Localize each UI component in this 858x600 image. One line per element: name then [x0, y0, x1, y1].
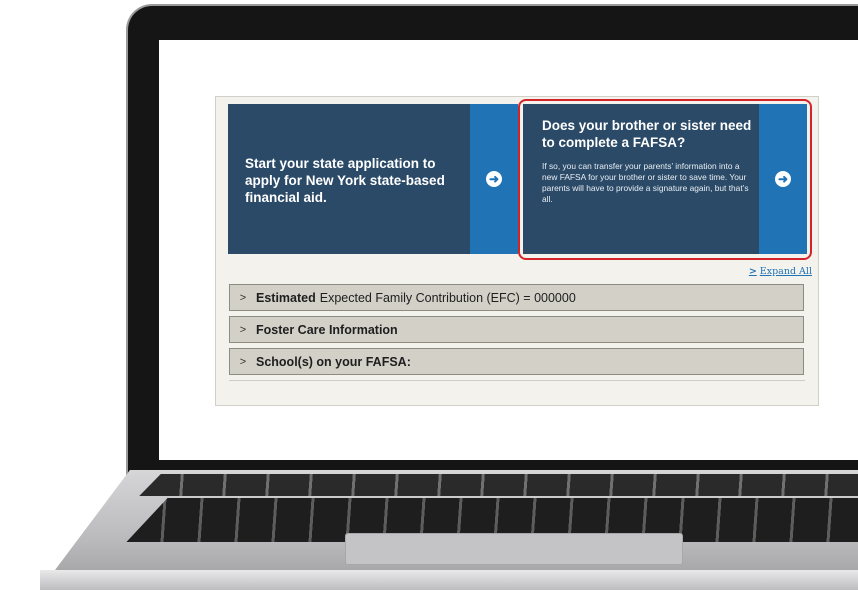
laptop-base [40, 470, 858, 590]
accordion-efc-label: Expected Family Contribution (EFC) = 000… [319, 290, 576, 305]
chevron-right-icon: > [748, 266, 757, 277]
divider [229, 380, 805, 381]
chevron-right-icon: > [239, 323, 247, 336]
instruction-line-3: en’s [0, 131, 161, 155]
arrow-right-circle-icon: ➜ [486, 171, 502, 187]
laptop-screen: Start your state application to apply fo… [159, 40, 858, 460]
highlight-box [518, 99, 812, 260]
instruction-line-5: age. [0, 178, 162, 202]
accordion-efc[interactable]: > Estimated Expected Family Contribution… [229, 284, 804, 311]
instruction-text: ns nsfer en’s age. [0, 84, 171, 202]
laptop-front-edge [40, 570, 858, 590]
state-application-arrow-button[interactable]: ➜ [470, 104, 518, 254]
keyboard-top-row [139, 474, 858, 496]
accordion-efc-bold: Estimated [256, 290, 316, 305]
accordion-schools-label: School(s) on your FAFSA: [256, 354, 411, 369]
chevron-right-icon: > [239, 291, 247, 304]
instruction-line-1: ns [0, 84, 155, 108]
instruction-line-2: nsfer [0, 108, 171, 132]
chevron-right-icon: > [239, 355, 247, 368]
accordion-foster-care-label: Foster Care Information [256, 322, 398, 337]
expand-all-link[interactable]: > Expand All [749, 266, 812, 277]
accordion-foster-care[interactable]: > Foster Care Information [229, 316, 804, 343]
accordion-schools[interactable]: > School(s) on your FAFSA: [229, 348, 804, 375]
expand-all-label: Expand All [759, 266, 812, 277]
state-application-card[interactable]: Start your state application to apply fo… [228, 104, 518, 254]
state-application-title: Start your state application to apply fo… [245, 156, 445, 205]
fafsa-panel: Start your state application to apply fo… [215, 96, 819, 406]
trackpad [345, 533, 683, 565]
